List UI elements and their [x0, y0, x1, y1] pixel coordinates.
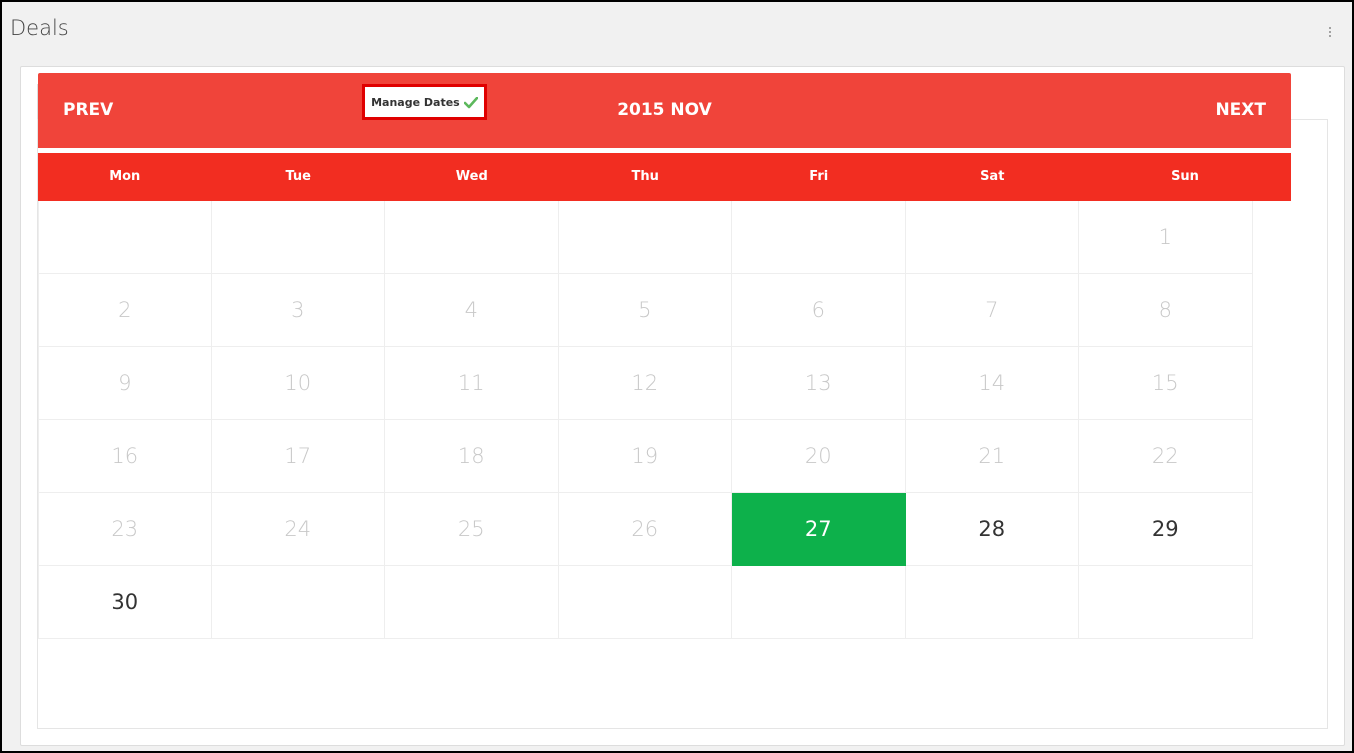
calendar-day-16: 16 — [38, 420, 212, 493]
calendar-empty-cell — [211, 566, 385, 639]
calendar-empty-cell — [385, 201, 559, 274]
calendar-day-1: 1 — [1079, 201, 1253, 274]
calendar-day-27[interactable]: 27 — [732, 493, 906, 566]
calendar-empty-cell — [905, 566, 1079, 639]
weekday-tue: Tue — [285, 169, 311, 184]
calendar-day-24: 24 — [211, 493, 385, 566]
month-label: 2015 NOV — [617, 100, 712, 120]
calendar-day-11: 11 — [385, 347, 559, 420]
weekday-wed: Wed — [455, 169, 488, 184]
weekday-mon: Mon — [109, 169, 141, 184]
calendar-day-8: 8 — [1079, 274, 1253, 347]
calendar-day-3: 3 — [211, 274, 385, 347]
kebab-menu-icon[interactable] — [1324, 22, 1336, 42]
calendar-day-17: 17 — [211, 420, 385, 493]
calendar-empty-cell — [558, 566, 732, 639]
weekday-sat: Sat — [980, 169, 1005, 184]
calendar-day-6: 6 — [732, 274, 906, 347]
calendar-day-13: 13 — [732, 347, 906, 420]
calendar-empty-cell — [905, 201, 1079, 274]
window-frame: Deals First StepLocationVoucher Settings… — [0, 0, 1354, 753]
calendar-day-28[interactable]: 28 — [905, 493, 1079, 566]
calendar-empty-cell — [1079, 566, 1253, 639]
weekday-thu: Thu — [631, 169, 659, 184]
calendar-day-9: 9 — [38, 347, 212, 420]
calendar-day-29[interactable]: 29 — [1079, 493, 1253, 566]
calendar-day-5: 5 — [558, 274, 732, 347]
check-done-icon — [463, 96, 478, 109]
tab-manage-dates[interactable]: Manage Dates — [362, 84, 487, 120]
calendar-day-2: 2 — [38, 274, 212, 347]
next-month-button[interactable]: NEXT — [1215, 100, 1266, 120]
calendar-empty-cell — [38, 201, 212, 274]
calendar-empty-cell — [211, 201, 385, 274]
calendar-day-26: 26 — [558, 493, 732, 566]
calendar-day-14: 14 — [905, 347, 1079, 420]
calendar-day-12: 12 — [558, 347, 732, 420]
calendar-day-21: 21 — [905, 420, 1079, 493]
weekday-sun: Sun — [1171, 169, 1199, 184]
page-header: Deals — [10, 12, 1342, 52]
calendar-day-20: 20 — [732, 420, 906, 493]
calendar-day-7: 7 — [905, 274, 1079, 347]
calendar-day-18: 18 — [385, 420, 559, 493]
page-title: Deals — [10, 16, 69, 40]
prev-month-button[interactable]: PREV — [63, 100, 113, 120]
calendar-day-19: 19 — [558, 420, 732, 493]
calendar-grid: 1 2 3 4 5 6 7 8 9 10 11 12 13 14 15 16 17 18 19 20 21 22 23 24 2… — [38, 201, 1253, 639]
calendar-header: PREV 2015 NOV NEXT — [38, 73, 1291, 148]
tab-label: Manage Dates — [371, 96, 460, 109]
calendar-day-25: 25 — [385, 493, 559, 566]
weekday-header-row: Mon Tue Wed Thu Fri Sat Sun — [38, 153, 1291, 201]
calendar-day-10: 10 — [211, 347, 385, 420]
calendar-empty-cell — [558, 201, 732, 274]
calendar-day-30[interactable]: 30 — [38, 566, 212, 639]
calendar-day-15: 15 — [1079, 347, 1253, 420]
calendar-day-4: 4 — [385, 274, 559, 347]
calendar-empty-cell — [385, 566, 559, 639]
calendar-empty-cell — [732, 201, 906, 274]
calendar-day-22: 22 — [1079, 420, 1253, 493]
weekday-fri: Fri — [809, 169, 829, 184]
calendar-empty-cell — [732, 566, 906, 639]
calendar-day-23: 23 — [38, 493, 212, 566]
